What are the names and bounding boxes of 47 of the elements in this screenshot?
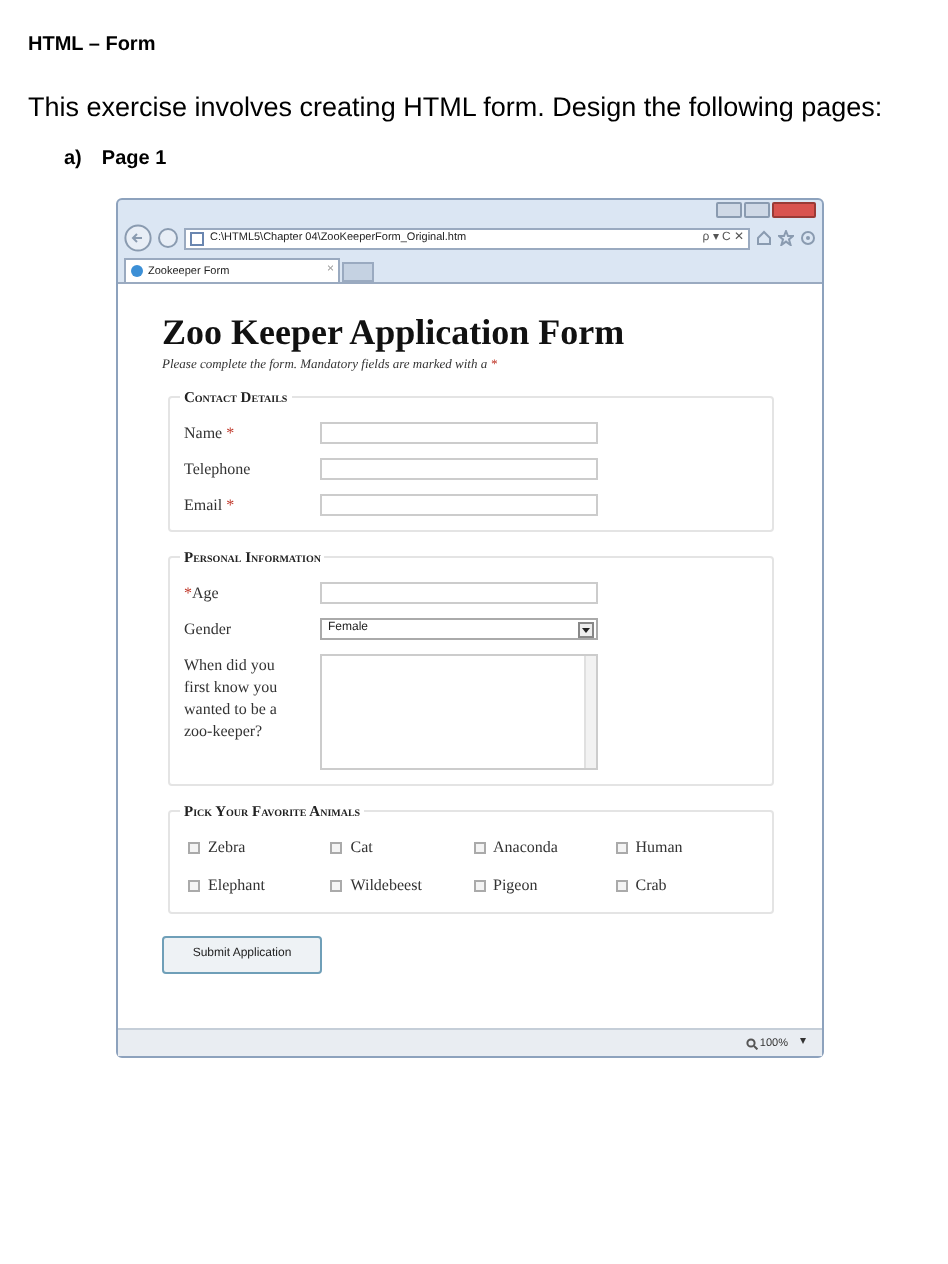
maximize-button[interactable] — [744, 202, 770, 219]
item-marker: a) — [64, 146, 82, 175]
checkbox[interactable] — [188, 842, 200, 854]
field-label: Name * — [184, 424, 235, 442]
home-icon[interactable] — [756, 230, 772, 247]
back-icon[interactable] — [124, 224, 152, 253]
checkbox[interactable] — [188, 880, 200, 892]
close-button[interactable] — [772, 202, 816, 219]
checkbox-label: Human — [635, 836, 683, 860]
new-tab-button[interactable] — [342, 262, 374, 283]
field-label: Telephone — [184, 460, 251, 478]
browser-logo-icon — [130, 264, 144, 279]
checkbox[interactable] — [615, 880, 628, 892]
checkbox[interactable] — [473, 880, 485, 892]
item-label: Page 1 — [101, 146, 167, 175]
minimize-button[interactable] — [716, 202, 742, 219]
page-icon — [190, 231, 204, 246]
required-mark: * — [226, 424, 235, 442]
checkbox[interactable] — [330, 880, 343, 892]
checkbox-label: Wildebeest — [350, 874, 422, 898]
checkbox-label: Crab — [635, 874, 667, 898]
star-icon[interactable] — [778, 230, 794, 247]
text-area[interactable] — [320, 654, 598, 770]
checkbox[interactable] — [615, 842, 628, 854]
field-label: When did you first know you wanted to be a zoo-keeper? — [184, 656, 278, 740]
document-intro: This exercise involves creating HTML form. Design the following pages: — [28, 90, 885, 126]
scrollbar[interactable] — [584, 656, 596, 768]
field-label: Gender — [184, 620, 232, 638]
checkbox-label: Elephant — [208, 874, 265, 898]
form-title: Zoo Keeper Application Form — [162, 312, 627, 353]
checkbox[interactable] — [330, 842, 343, 854]
field-label: Email * — [184, 496, 235, 514]
required-mark: * — [184, 584, 192, 602]
text-field[interactable] — [320, 582, 598, 604]
text-field[interactable] — [320, 458, 598, 480]
dropdown-arrow-icon — [578, 621, 594, 637]
required-mark: * — [226, 496, 235, 514]
checkbox[interactable] — [473, 842, 485, 854]
checkbox-label: Pigeon — [493, 874, 538, 898]
magnifier-icon — [745, 1037, 758, 1050]
checkbox-label: Anaconda — [493, 836, 558, 860]
text-field[interactable] — [320, 494, 598, 516]
text-field[interactable] — [320, 422, 598, 444]
checkbox-label: Cat — [350, 836, 373, 860]
field-label: *Age — [184, 584, 219, 602]
document-heading: HTML – Form — [28, 32, 158, 60]
checkbox-label: Zebra — [208, 836, 246, 860]
